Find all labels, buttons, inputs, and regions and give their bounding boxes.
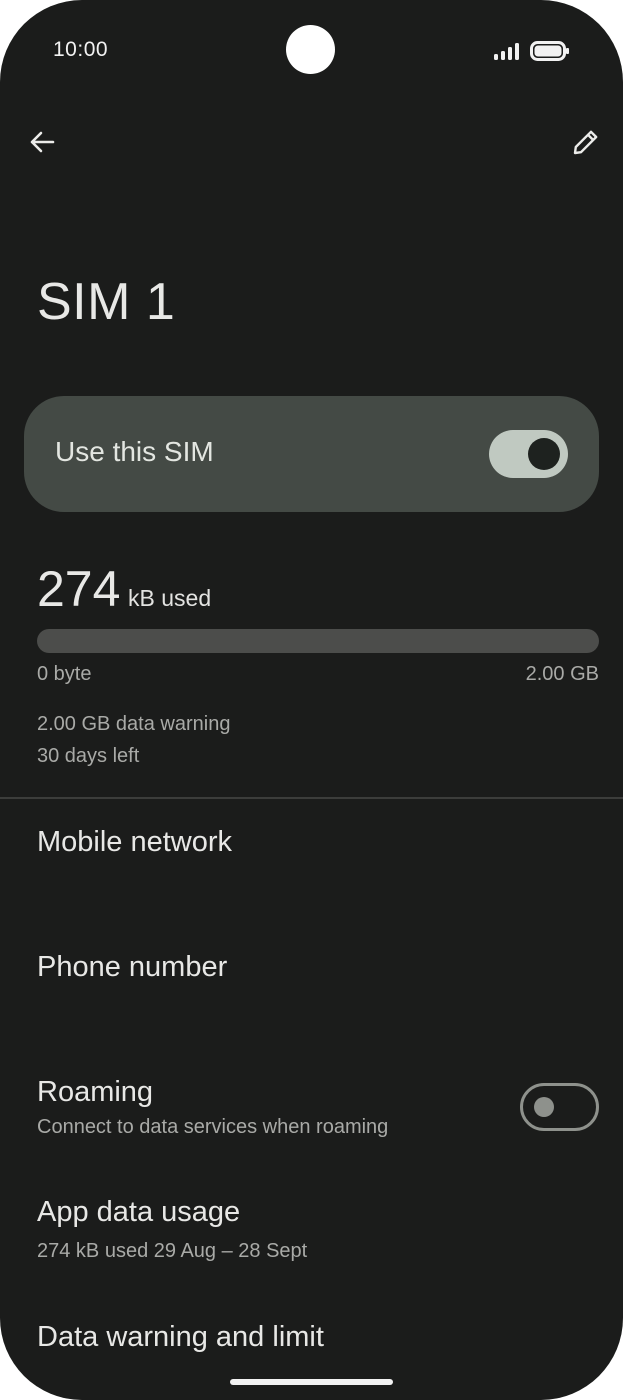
app-data-usage-item[interactable]: App data usage 274 kB used 29 Aug – 28 S… — [0, 1164, 623, 1284]
phone-number-item[interactable]: Phone number — [0, 918, 623, 1044]
use-sim-switch-card[interactable]: Use this SIM — [24, 396, 599, 512]
days-left-text: 30 days left — [37, 745, 140, 767]
data-warning-limit-item[interactable]: Data warning and limit — [0, 1290, 623, 1380]
signal-icon — [494, 43, 519, 60]
edit-button[interactable] — [564, 120, 608, 164]
roaming-subtitle: Connect to data services when roaming — [37, 1116, 389, 1138]
toggle-knob — [534, 1097, 554, 1117]
toggle-knob — [528, 438, 560, 470]
status-time: 10:00 — [53, 38, 109, 61]
section-divider — [0, 797, 623, 799]
data-warning-limit-title: Data warning and limit — [37, 1321, 324, 1353]
data-warning-text: 2.00 GB data warning — [37, 713, 231, 735]
usage-bar-max-label: 2.00 GB — [525, 663, 599, 685]
phone-number-title: Phone number — [37, 951, 228, 983]
data-usage-bar — [37, 629, 599, 653]
mobile-network-title: Mobile network — [37, 826, 233, 858]
pencil-icon — [573, 130, 598, 155]
front-camera — [286, 25, 335, 74]
back-button[interactable] — [20, 120, 64, 164]
data-usage-unit: kB used — [128, 585, 212, 611]
arrow-back-icon — [30, 131, 55, 153]
page-title: SIM 1 — [37, 273, 176, 331]
battery-icon — [530, 41, 569, 61]
home-gesture-bar[interactable] — [230, 1379, 393, 1385]
use-sim-toggle[interactable] — [489, 430, 568, 478]
mobile-network-item[interactable]: Mobile network — [0, 800, 623, 918]
status-bar: 10:00 — [0, 0, 623, 100]
app-data-usage-subtitle: 274 kB used 29 Aug – 28 Sept — [37, 1240, 308, 1262]
use-sim-label: Use this SIM — [55, 436, 214, 467]
app-data-usage-title: App data usage — [37, 1196, 241, 1228]
roaming-title: Roaming — [37, 1076, 154, 1108]
roaming-toggle[interactable] — [520, 1083, 599, 1131]
usage-bar-min-label: 0 byte — [37, 663, 92, 685]
data-usage-amount: 274 — [37, 561, 121, 617]
phone-screen: 10:00 SIM 1 Use this SIM 274 kB used 0 b… — [0, 0, 623, 1400]
